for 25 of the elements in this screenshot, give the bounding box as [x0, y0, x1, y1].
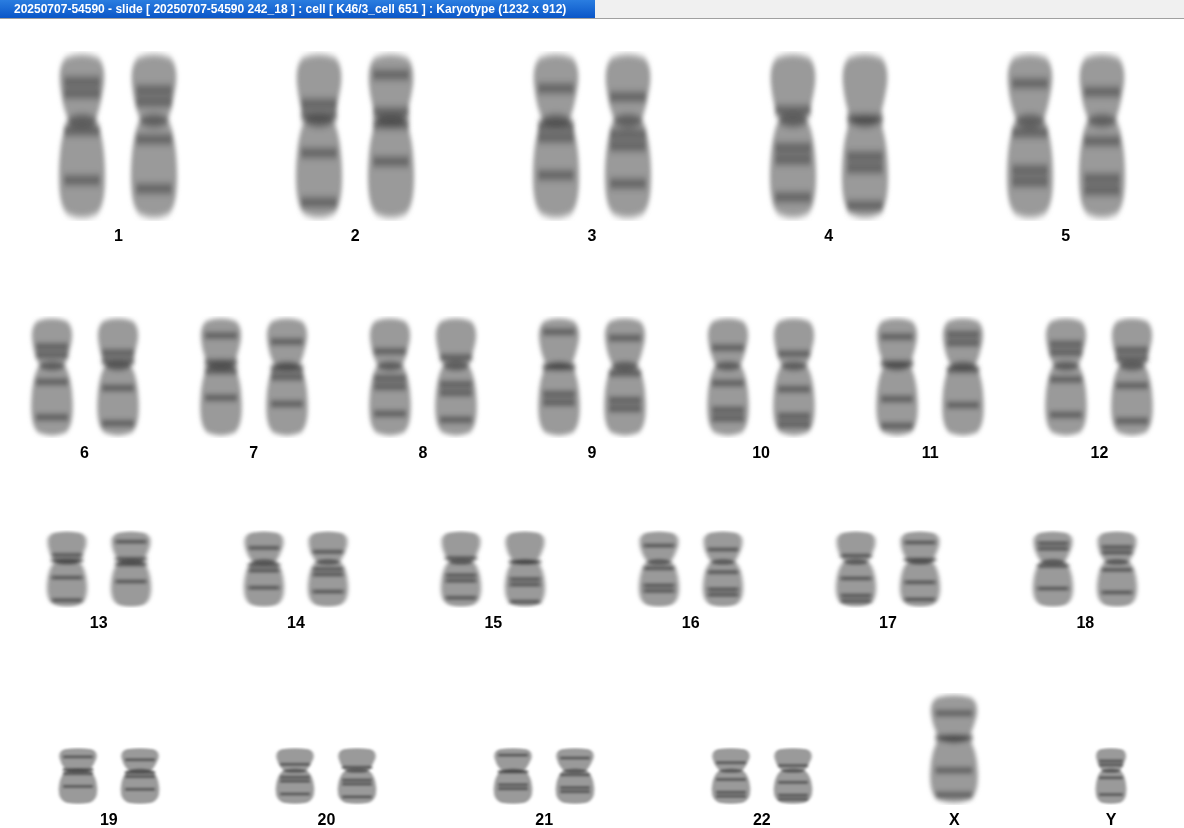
chromosome-number: 20: [317, 811, 336, 828]
chromosome-number: Y: [1105, 811, 1117, 828]
chromosome-number: 22: [752, 811, 771, 828]
chromosome-number: 4: [824, 227, 834, 245]
chromosome-number: 7: [249, 444, 259, 462]
chromosome-number: 11: [921, 444, 939, 462]
chromosome-number: 10: [752, 444, 770, 462]
chromosome-number: 2: [350, 227, 360, 245]
chromosome-number: 18: [1076, 614, 1095, 632]
chromosome-number: 21: [535, 811, 554, 828]
chromosome-number: 12: [1090, 444, 1109, 462]
chromosome-number: 6: [80, 444, 89, 462]
chromosome-number: 14: [287, 614, 305, 632]
chromosome-number: 1: [113, 227, 123, 245]
window-title: 20250707-54590 - slide [ 20250707-54590 242_18 ] : cell [ K46/3_cell 651 ] : Karyotype (1232 x 912): [0, 0, 595, 18]
chromosome-number: 3: [587, 227, 597, 245]
chromosome-number: 8: [418, 444, 428, 462]
chromosome-number: 19: [99, 811, 118, 828]
chromosome-number: 15: [484, 614, 503, 632]
chromosome-number: 17: [879, 614, 897, 632]
chromosome-number: 9: [587, 444, 597, 462]
chromosome-number: 13: [89, 614, 108, 632]
chromosome-number: 16: [681, 614, 700, 632]
chromosome-number: X: [949, 811, 960, 828]
chromosome-number: 5: [1061, 227, 1071, 245]
